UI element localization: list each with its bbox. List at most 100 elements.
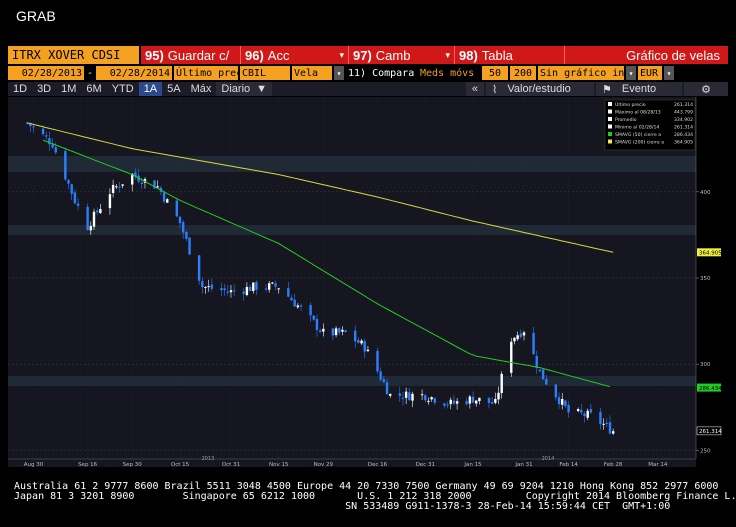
footer: Australia 61 2 9777 8600 Brazil 5511 304… <box>14 482 736 512</box>
currency-select[interactable]: EUR <box>638 66 662 80</box>
period-1a[interactable]: 1A <box>138 82 163 96</box>
legend-value: 261.314 <box>674 125 693 131</box>
candle-body <box>611 431 615 434</box>
candle-body <box>156 186 159 188</box>
period-bar: 1D 3D 1M 6M YTD 1A 5A Máx Diario ▼ « ⌇ V… <box>8 82 728 96</box>
mavg2-input[interactable]: 200 <box>510 66 536 80</box>
candle-body <box>567 405 570 413</box>
candle-body <box>271 282 274 284</box>
candle-body <box>353 330 357 342</box>
currency-dropdown-icon[interactable]: ▾ <box>664 66 674 80</box>
legend-label: Máximo al 08/28/13 <box>615 109 661 116</box>
candle-body <box>226 291 229 293</box>
settings-gear-icon[interactable]: ⚙ <box>684 82 728 96</box>
candle-body <box>318 330 322 333</box>
y-tick-label: 300 <box>700 362 711 368</box>
period-1m[interactable]: 1M <box>56 82 81 96</box>
candle-body <box>608 422 612 434</box>
candle-body <box>255 281 258 290</box>
x-tick-label: Dec 31 <box>416 462 435 467</box>
security-ticker[interactable]: ITRX XOVER CDSI <box>8 46 141 64</box>
legend-value: 261.314 <box>674 102 693 108</box>
actions-button[interactable]: 96) Acc ▾ <box>241 46 349 64</box>
candle-body <box>465 401 468 405</box>
change-button-num: 97) <box>353 47 372 63</box>
candle-body <box>605 422 609 424</box>
collapse-icon[interactable]: « <box>465 82 484 96</box>
candle-body <box>54 147 57 153</box>
candle-body <box>535 355 538 368</box>
candle-body <box>99 209 102 214</box>
lower-chart-dropdown-icon[interactable]: ▾ <box>626 66 636 80</box>
y-tick-label: 350 <box>700 276 711 282</box>
save-button[interactable]: 95) Guardar c/ <box>141 46 241 64</box>
field-select[interactable]: Último preci <box>174 66 238 80</box>
legend-swatch <box>608 124 612 129</box>
function-bar: ITRX XOVER CDSI 95) Guardar c/ 96) Acc ▾… <box>8 46 728 64</box>
value-study-button[interactable]: ⌇ Valor/estudio <box>486 82 594 96</box>
candle-body <box>210 284 214 289</box>
candle-body <box>64 150 67 180</box>
candle-body <box>299 305 303 307</box>
candle-body <box>181 222 185 233</box>
candle-body <box>475 400 478 404</box>
candle-body <box>76 203 80 206</box>
candle-body <box>360 340 363 344</box>
moving-avg-label: Meds móvs <box>418 66 480 80</box>
y-axis: 250 300 350 400 <box>695 97 711 459</box>
candle-body <box>108 194 112 209</box>
change-button[interactable]: 97) Camb ▾ <box>349 46 455 64</box>
candle-body <box>478 397 481 402</box>
ticker2-input[interactable]: CBIL <box>240 66 290 80</box>
x-tick-label: Feb 28 <box>604 462 623 467</box>
candle-body <box>175 200 179 217</box>
period-6m[interactable]: 6M <box>81 82 106 96</box>
candle-body <box>366 349 370 352</box>
period-max[interactable]: Máx <box>186 82 217 96</box>
x-tick-label: Nov 29 <box>314 462 334 467</box>
candle-body <box>229 290 233 293</box>
period-5a[interactable]: 5A <box>162 82 185 96</box>
candle-body <box>331 328 335 336</box>
period-3d[interactable]: 3D <box>32 82 56 96</box>
candle-body <box>223 288 226 291</box>
candle-body <box>564 400 567 406</box>
candle-body <box>220 288 223 291</box>
candle-body <box>497 392 500 400</box>
candle-body <box>541 369 545 380</box>
candle-body <box>561 398 564 405</box>
candle-body <box>398 393 401 396</box>
candle-body <box>118 186 121 188</box>
candle-body <box>232 290 236 292</box>
candle-body <box>312 315 315 320</box>
parameters-row: 02/28/2013 - 02/28/2014 Último preci CBI… <box>8 65 728 81</box>
chart-style-select[interactable]: Vela <box>292 66 332 80</box>
start-date-input[interactable]: 02/28/2013 <box>8 66 84 80</box>
legend-label: SMAVG (200) cierre a <box>615 140 664 146</box>
period-ytd[interactable]: YTD <box>107 82 139 96</box>
frequency-select[interactable]: Diario ▼ <box>216 82 273 96</box>
frequency-label: Diario <box>221 83 251 95</box>
mavg1-input[interactable]: 50 <box>482 66 508 80</box>
candle-body <box>51 144 54 148</box>
period-1d[interactable]: 1D <box>8 82 32 96</box>
x-tick-label: Dec 16 <box>368 462 388 467</box>
candle-body <box>242 291 245 294</box>
candle-body <box>427 400 430 402</box>
candle-body <box>338 328 341 333</box>
candle-body <box>583 413 586 417</box>
candle-body <box>201 281 204 288</box>
table-button[interactable]: 98) Tabla <box>455 46 565 64</box>
compare-button[interactable]: 11) Comparar <box>346 66 416 80</box>
chart-style-dropdown-icon[interactable]: ▾ <box>334 66 344 80</box>
save-button-num: 95) <box>145 47 164 63</box>
price-chart[interactable]: 250 300 350 400 Aug 30 Sep 16 Sep 30 Oct 15 Oct… <box>8 97 728 467</box>
event-button[interactable]: ⚑ Evento <box>596 82 682 96</box>
candle-body <box>490 402 494 404</box>
end-date-input[interactable]: 02/28/2014 <box>96 66 172 80</box>
date-separator: - <box>86 66 94 80</box>
lower-chart-select[interactable]: Sin gráfico inferi <box>538 66 624 80</box>
event-icon: ⚑ <box>602 83 612 96</box>
legend-swatch <box>608 117 612 121</box>
candle-body <box>580 409 583 413</box>
